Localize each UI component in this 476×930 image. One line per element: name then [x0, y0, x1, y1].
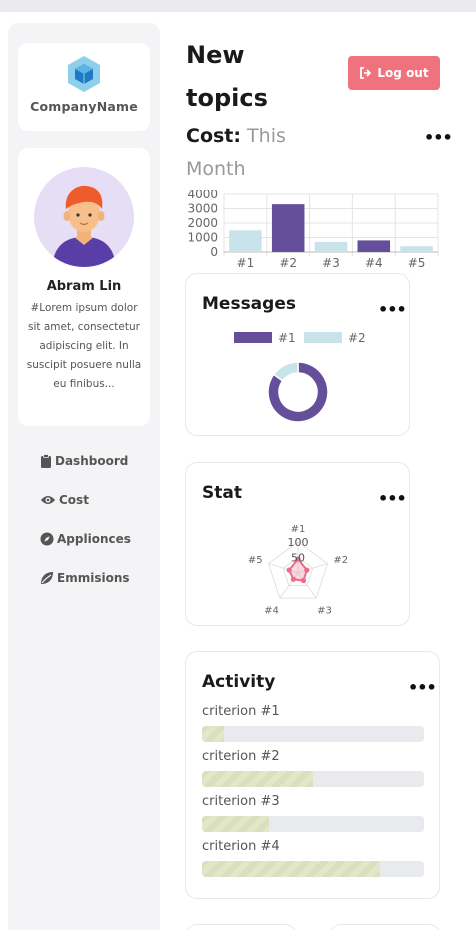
bar	[271, 204, 305, 252]
y-tick-label: 0	[210, 245, 218, 259]
nav-item-appliances[interactable]: Applionces	[40, 532, 160, 546]
radar-label: #4	[264, 605, 279, 616]
logout-button[interactable]: Log out	[348, 56, 440, 90]
x-tick-label: #4	[365, 256, 383, 268]
nav-item-emissions[interactable]: Emmisions	[40, 571, 160, 585]
logout-label: Log out	[377, 66, 429, 80]
cost-more-button[interactable]: •••	[424, 128, 453, 147]
profile-card: Abram Lin #Lorem ipsum dolor sit amet, c…	[18, 148, 150, 426]
criterion-label: criterion #1	[202, 704, 280, 719]
avatar[interactable]	[34, 167, 134, 267]
criterion-label: criterion #4	[202, 839, 280, 854]
y-tick-label: 2000	[187, 216, 218, 230]
nav-label: Cost	[59, 493, 89, 507]
activity-title: Activity	[202, 672, 276, 692]
radar-tick-label: 50	[291, 552, 305, 565]
radar-point	[286, 567, 292, 573]
criterion-progress-fill	[202, 771, 313, 787]
compass-icon	[40, 532, 54, 546]
y-tick-label: 1000	[187, 231, 218, 245]
radar-point	[304, 567, 310, 573]
leaf-icon	[41, 572, 53, 584]
profile-bio: #Lorem ipsum dolor sit amet, consectetur…	[26, 302, 142, 390]
profile-name: Abram Lin	[46, 279, 122, 294]
nav-item-cost[interactable]: Cost	[40, 493, 160, 507]
eye-icon	[41, 496, 55, 504]
app-window: CompanyName Abram Lin #Lorem ipsum dolor…	[0, 12, 476, 930]
radar-tick-label: 100	[288, 536, 309, 549]
bar	[357, 240, 391, 252]
x-tick-label: #3	[322, 256, 340, 268]
criterion-progress-bar	[202, 726, 424, 742]
activity-card: Activity ••• criterion #1 criterion #2 cri…	[185, 651, 440, 899]
criterion-progress-bar	[202, 816, 424, 832]
messages-title: Messages	[202, 294, 296, 314]
radar-label: #1	[291, 524, 306, 535]
x-tick-label: #5	[408, 256, 426, 268]
nav-item-dashboard[interactable]: Dashboord	[40, 454, 160, 468]
bottom-card-left	[185, 924, 297, 930]
radar-label: #5	[248, 555, 263, 566]
radar-point	[300, 577, 307, 584]
messages-donut-chart: #1 #2	[234, 331, 366, 423]
criterion-progress-fill	[202, 861, 380, 877]
radar-label: #2	[333, 555, 348, 566]
radar-label: #3	[317, 605, 332, 616]
stat-card: Stat ••• #1 #2 #3 #4 #5 50 100	[185, 462, 410, 626]
company-name: CompanyName	[30, 99, 138, 114]
bottom-card-right	[329, 924, 441, 930]
cost-bar-chart: 01000200030004000 #1 #2 #3 #4 #5	[187, 190, 439, 268]
stat-more-button[interactable]: •••	[378, 489, 407, 508]
radar-point	[290, 576, 297, 582]
cube-icon	[68, 56, 100, 92]
y-tick-label: 4000	[187, 190, 218, 201]
legend-label: #2	[348, 331, 366, 345]
bar	[314, 241, 348, 252]
messages-more-button[interactable]: •••	[378, 300, 407, 319]
criterion-label: criterion #3	[202, 794, 280, 809]
cost-label: Cost:	[186, 125, 241, 147]
page-title: New topics	[186, 41, 268, 112]
activity-more-button[interactable]: •••	[408, 678, 437, 697]
brand-card[interactable]: CompanyName	[18, 43, 150, 131]
cost-heading: Cost: This Month	[186, 120, 316, 186]
nav-label: Emmisions	[57, 571, 130, 585]
sidebar: CompanyName Abram Lin #Lorem ipsum dolor…	[8, 23, 160, 930]
x-tick-label: #2	[279, 256, 297, 268]
nav-label: Applionces	[57, 532, 131, 546]
sign-out-icon	[360, 67, 372, 79]
legend-label: #1	[278, 331, 296, 345]
criterion-progress-fill	[202, 726, 225, 742]
criterion-progress-bar	[202, 861, 424, 877]
legend-swatch	[234, 332, 272, 343]
legend-swatch	[304, 332, 342, 343]
y-tick-label: 3000	[187, 202, 218, 216]
x-tick-label: #1	[237, 256, 255, 268]
stat-radar-chart: #1 #2 #3 #4 #5 50 100	[248, 524, 348, 616]
nav-label: Dashboord	[55, 454, 129, 468]
criterion-progress-fill	[202, 816, 269, 832]
bar	[400, 246, 433, 252]
bar	[229, 230, 262, 252]
messages-card: Messages ••• #1 #2	[185, 273, 410, 436]
stat-title: Stat	[202, 483, 242, 503]
clipboard-icon	[41, 454, 51, 468]
criterion-label: criterion #2	[202, 749, 280, 764]
criterion-progress-bar	[202, 771, 424, 787]
